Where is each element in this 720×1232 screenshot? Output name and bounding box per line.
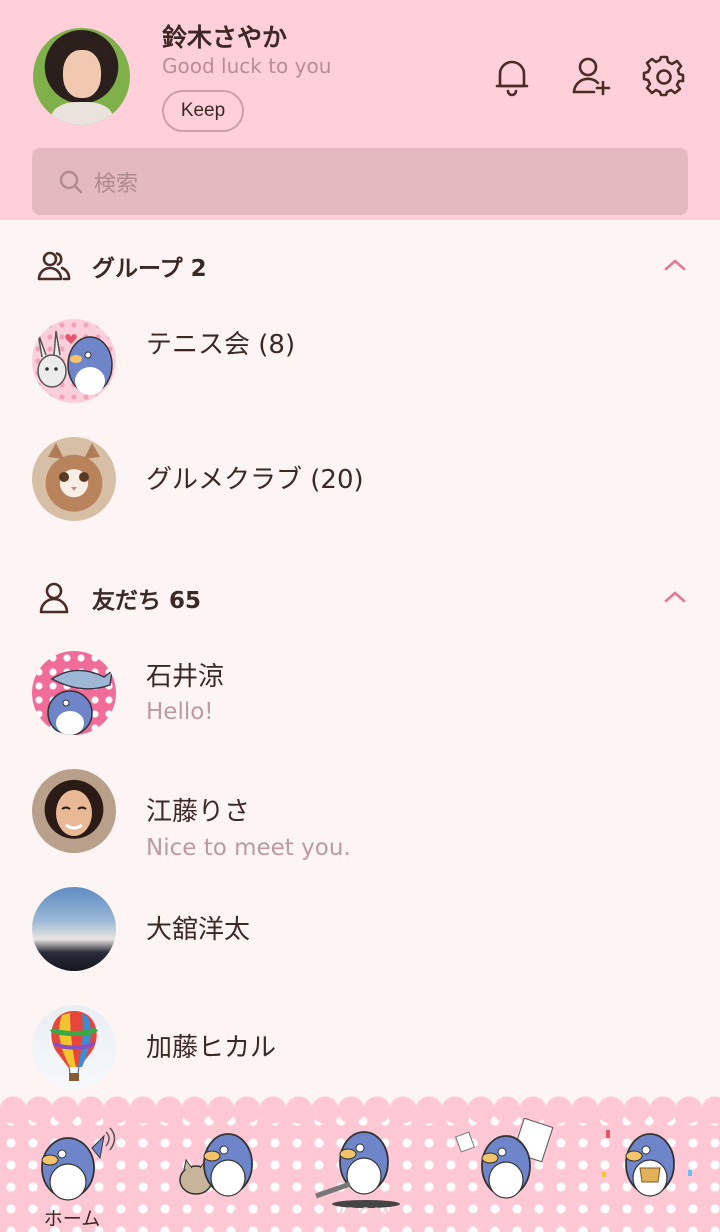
friends-section-header[interactable]: 友だち 65 [36, 578, 690, 618]
group-row-gourmet[interactable]: グルメクラブ (20) [32, 437, 688, 527]
penguin-news-icon [455, 1118, 554, 1199]
group-row-tennis[interactable]: テニス会 (8) [32, 319, 688, 409]
friend-status: Hello! [146, 699, 214, 725]
friend-name: 石井涼 [146, 662, 225, 692]
chevron-up-icon[interactable] [660, 582, 690, 612]
groups-section-header[interactable]: グループ 2 [36, 246, 690, 286]
nav-news[interactable]: ニュース [432, 1110, 576, 1232]
friend-row[interactable]: 石井涼 Hello! [32, 651, 688, 741]
friend-avatar [32, 651, 116, 735]
friend-avatar [32, 887, 116, 971]
nav-wallet-label: ウォレット [600, 1208, 696, 1230]
friend-name: 加藤ヒカル [146, 1033, 277, 1063]
friends-title: 友だち 65 [92, 588, 202, 614]
friend-name: 大舘洋太 [146, 915, 251, 945]
nav-talk-label: トーク [187, 1208, 245, 1230]
nav-home[interactable]: ホーム [0, 1110, 144, 1232]
penguin-voom-icon [315, 1131, 400, 1208]
friend-avatar [32, 1005, 116, 1089]
friend-row[interactable]: 加藤ヒカル [32, 1005, 688, 1095]
chevron-up-icon[interactable] [660, 250, 690, 280]
keep-button[interactable]: Keep [162, 90, 244, 132]
nav-home-label: ホーム [43, 1208, 101, 1230]
profile-name[interactable]: 鈴木さやか [162, 18, 287, 54]
profile-status-message[interactable]: Good luck to you [162, 54, 331, 78]
nav-voom[interactable]: VOOM [288, 1110, 432, 1232]
penguin-home-icon [41, 1127, 116, 1201]
nav-talk[interactable]: トーク [144, 1110, 288, 1232]
nav-news-label: ニュース [466, 1208, 542, 1230]
search-icon [59, 170, 83, 193]
bottom-navigation: ホーム トーク VOOM ニュース ウォレット [0, 1096, 720, 1232]
friend-name: 江藤りさ [146, 797, 251, 827]
group-name: グルメクラブ (20) [146, 465, 364, 495]
profile-avatar[interactable] [33, 28, 130, 125]
gear-icon[interactable] [642, 54, 686, 98]
group-avatar-gourmet [32, 437, 116, 521]
add-friend-icon[interactable] [570, 54, 614, 98]
friend-row[interactable]: 江藤りさ Nice to meet you. [32, 769, 688, 861]
search-placeholder: 検索 [94, 171, 139, 197]
friend-status: Nice to meet you. [146, 835, 351, 861]
person-icon [39, 582, 69, 614]
group-avatar-tennis [32, 319, 116, 403]
group-name: テニス会 (8) [146, 330, 296, 360]
penguin-talk-icon [179, 1133, 253, 1197]
search-input[interactable]: 検索 [32, 148, 688, 215]
profile-header: 鈴木さやか Good luck to you Keep 検索 [0, 0, 720, 220]
friend-avatar [32, 769, 116, 853]
group-icon [37, 251, 71, 281]
nav-wallet[interactable]: ウォレット [576, 1110, 720, 1232]
penguin-wallet-icon [602, 1130, 692, 1197]
friend-row[interactable]: 大舘洋太 [32, 887, 688, 977]
groups-title: グループ 2 [92, 256, 207, 282]
bell-icon[interactable] [490, 54, 534, 98]
nav-voom-label: VOOM [330, 1204, 390, 1226]
